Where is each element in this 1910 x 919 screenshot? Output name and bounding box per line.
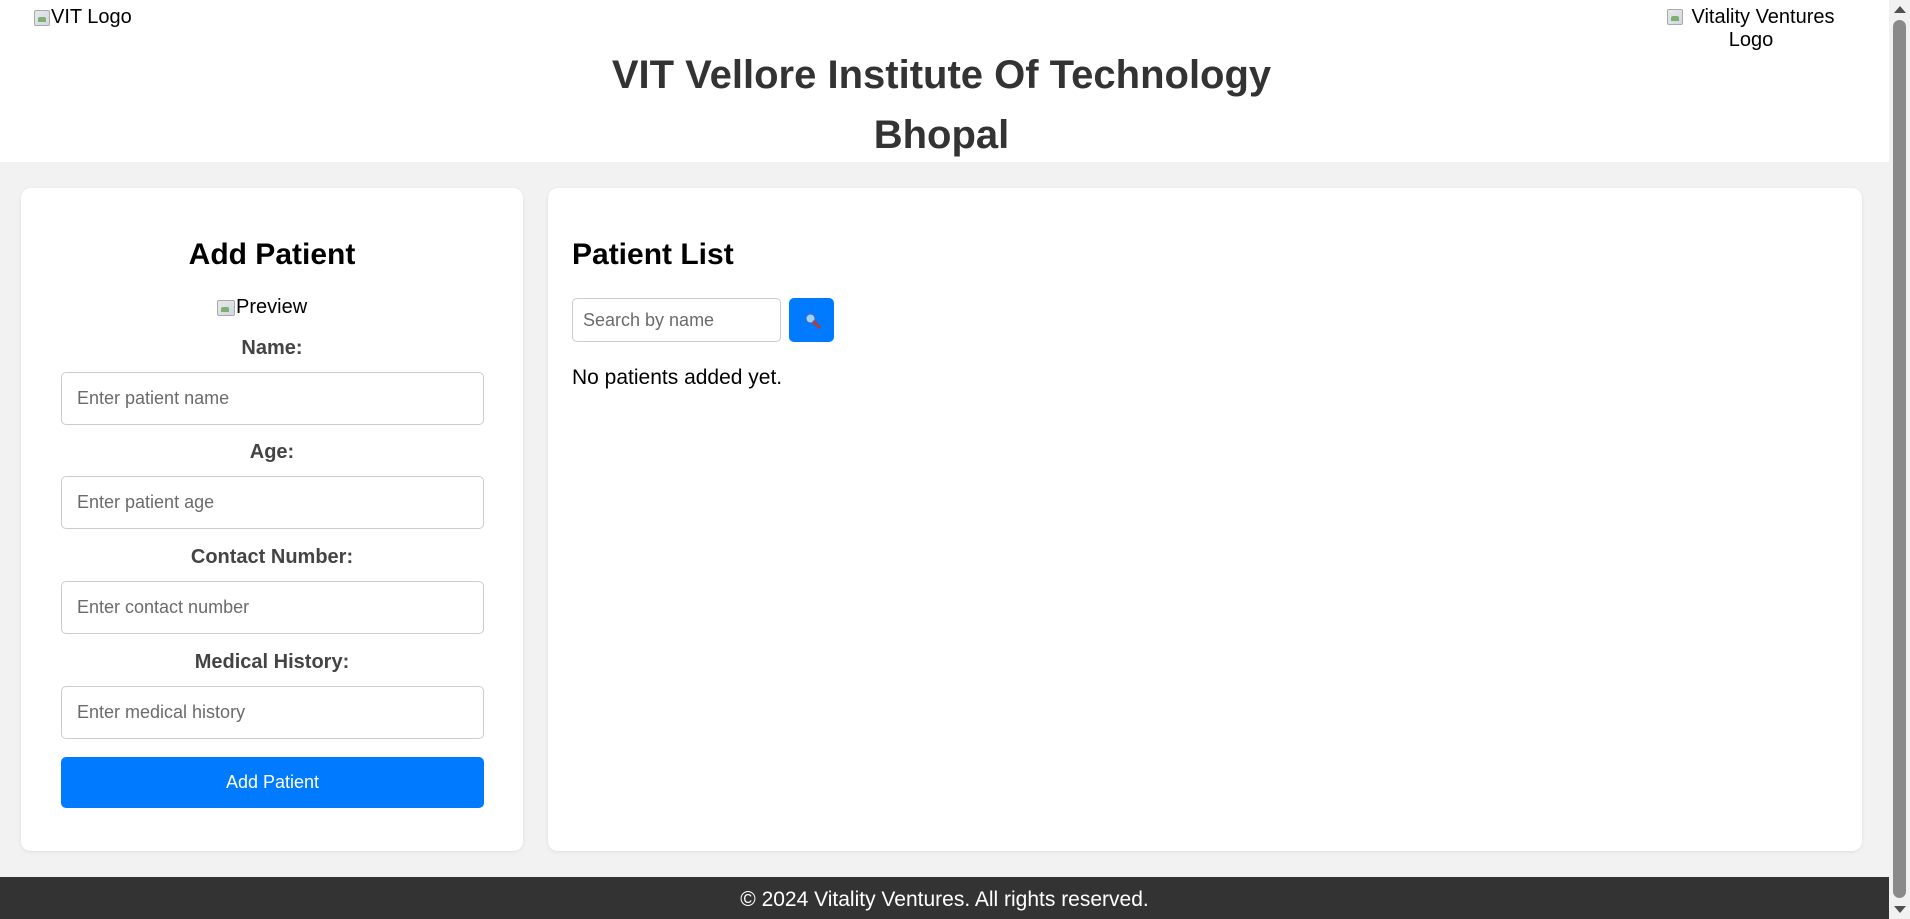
- patient-list-title: Patient List: [572, 238, 734, 271]
- contact-number-field[interactable]: [61, 581, 484, 634]
- age-label: Age:: [249, 441, 295, 463]
- medical-history-label: Medical History:: [194, 651, 350, 673]
- medical-history-field[interactable]: [61, 686, 484, 739]
- page-title: VIT Vellore Institute Of Technology Bhop…: [0, 45, 1883, 165]
- vit-logo-alt-text: VIT Logo: [51, 6, 132, 28]
- site-footer: © 2024 Vitality Ventures. All rights res…: [0, 877, 1889, 919]
- add-patient-button[interactable]: Add Patient: [61, 757, 484, 808]
- search-input[interactable]: [572, 298, 781, 342]
- search-button[interactable]: [789, 298, 834, 342]
- broken-image-icon: [34, 9, 50, 26]
- vit-logo: VIT Logo: [34, 6, 132, 29]
- search-icon: [804, 312, 820, 329]
- vertical-scrollbar[interactable]: [1889, 0, 1910, 919]
- vitality-ventures-logo: Vitality Ventures Logo: [1651, 6, 1851, 52]
- preview-alt-text: Preview: [236, 296, 308, 318]
- scroll-down-arrow-icon[interactable]: [1894, 906, 1906, 913]
- add-patient-title: Add Patient: [188, 238, 356, 271]
- broken-image-icon: [217, 299, 235, 316]
- name-field[interactable]: [61, 372, 484, 425]
- vitality-logo-alt-text: Vitality Ventures Logo: [1691, 6, 1835, 51]
- preview-image: Preview: [217, 296, 307, 319]
- add-patient-card: Add Patient Preview Name: Age: Contact N…: [21, 188, 523, 851]
- copyright-text: © 2024 Vitality Ventures. All rights res…: [740, 888, 1149, 911]
- contact-number-label: Contact Number:: [190, 546, 354, 568]
- patient-list-card: Patient List No patients added yet.: [548, 188, 1862, 851]
- page: VIT Logo VIT Vellore Institute Of Techno…: [0, 0, 1910, 919]
- site-header: VIT Logo VIT Vellore Institute Of Techno…: [0, 0, 1889, 162]
- empty-list-message: No patients added yet.: [572, 366, 783, 389]
- scroll-up-arrow-icon[interactable]: [1894, 6, 1906, 13]
- page-title-line1: VIT Vellore Institute Of Technology: [611, 52, 1272, 97]
- age-field[interactable]: [61, 476, 484, 529]
- page-title-line2: Bhopal: [873, 112, 1010, 157]
- broken-image-icon: [1667, 9, 1684, 25]
- name-label: Name:: [241, 337, 303, 359]
- scrollbar-thumb[interactable]: [1893, 20, 1906, 898]
